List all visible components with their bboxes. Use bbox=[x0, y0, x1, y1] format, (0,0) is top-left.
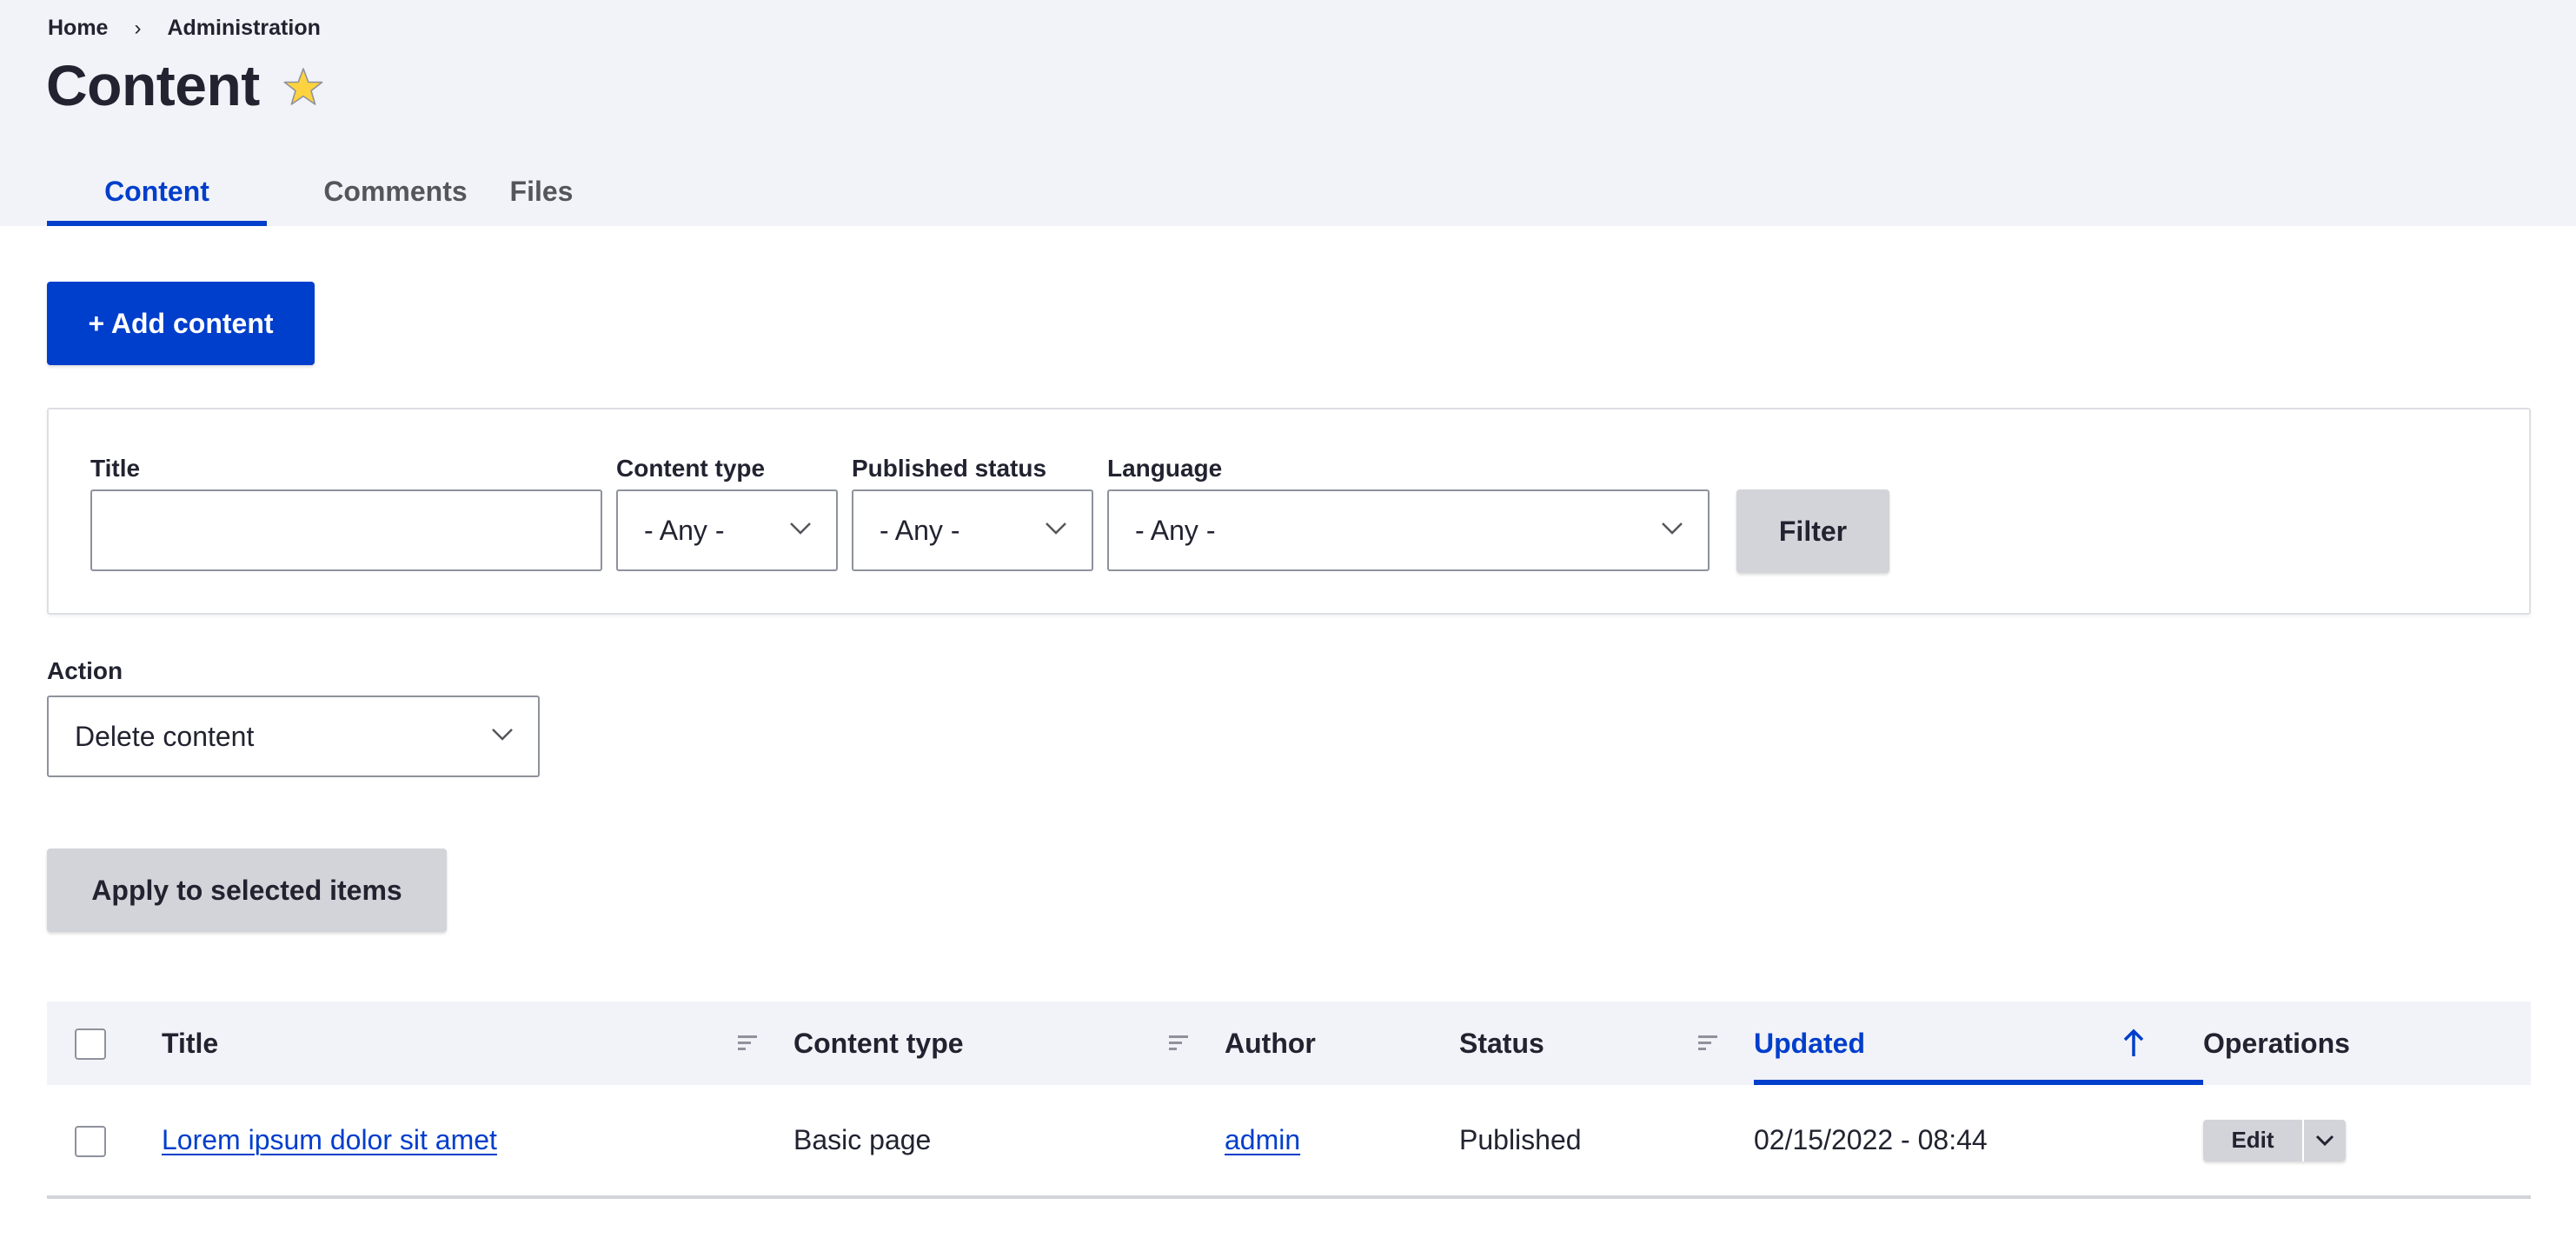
action-select-value: Delete content bbox=[75, 720, 255, 752]
table-row: Lorem ipsum dolor sit amet Basic page ad… bbox=[47, 1085, 2531, 1197]
column-header-content-type[interactable]: Content type bbox=[793, 1002, 1225, 1085]
row-author-cell: admin bbox=[1225, 1085, 1459, 1197]
page-title-text: Content bbox=[46, 53, 260, 117]
chevron-down-icon bbox=[2315, 1135, 2334, 1146]
sort-icon bbox=[1698, 1035, 1717, 1050]
apply-to-selected-button[interactable]: Apply to selected items bbox=[47, 849, 447, 932]
column-header-author: Author bbox=[1225, 1002, 1459, 1085]
chevron-down-icon bbox=[1662, 522, 1683, 535]
column-header-content-type-label: Content type bbox=[793, 1027, 964, 1059]
column-header-title[interactable]: Title bbox=[162, 1002, 793, 1085]
column-header-updated-label: Updated bbox=[1754, 1027, 1865, 1059]
chevron-down-icon bbox=[1046, 522, 1066, 535]
content-type-select-value: - Any - bbox=[644, 514, 725, 546]
column-header-operations-label: Operations bbox=[2203, 1027, 2350, 1059]
column-header-title-label: Title bbox=[162, 1027, 219, 1059]
tab-files[interactable]: Files bbox=[489, 156, 594, 226]
sort-icon bbox=[738, 1035, 757, 1050]
edit-button[interactable]: Edit bbox=[2203, 1119, 2302, 1161]
sort-icon bbox=[1169, 1035, 1188, 1050]
title-filter-input[interactable] bbox=[90, 489, 602, 571]
language-select-value: - Any - bbox=[1135, 514, 1216, 546]
breadcrumb-administration[interactable]: Administration bbox=[167, 16, 320, 41]
row-content-type: Basic page bbox=[793, 1124, 932, 1155]
row-title-link[interactable]: Lorem ipsum dolor sit amet bbox=[162, 1124, 497, 1155]
row-status: Published bbox=[1459, 1124, 1582, 1155]
add-content-button[interactable]: + Add content bbox=[47, 282, 315, 365]
published-status-select[interactable]: - Any - bbox=[852, 489, 1093, 571]
row-select-cell bbox=[47, 1085, 162, 1197]
action-select[interactable]: Delete content bbox=[47, 696, 540, 777]
row-operations-cell: Edit bbox=[2203, 1085, 2531, 1197]
breadcrumb-home[interactable]: Home bbox=[48, 16, 108, 41]
column-header-status-label: Status bbox=[1459, 1027, 1544, 1059]
published-status-filter-label: Published status bbox=[852, 455, 1047, 482]
page-title: Content bbox=[46, 52, 324, 118]
page-header: Home › Administration Content Content Co… bbox=[0, 0, 2576, 226]
language-select[interactable]: - Any - bbox=[1107, 489, 1710, 571]
chevron-down-icon bbox=[492, 729, 513, 741]
row-updated: 02/15/2022 - 08:44 bbox=[1754, 1124, 1988, 1155]
content-table: Title Content type Author Status Updated… bbox=[47, 1002, 2531, 1199]
tab-comments[interactable]: Comments bbox=[267, 156, 524, 226]
operations-dropbutton: Edit bbox=[2203, 1119, 2346, 1161]
published-status-select-value: - Any - bbox=[880, 514, 960, 546]
filter-form: Title Content type - Any - Published sta… bbox=[47, 408, 2531, 615]
title-filter-label: Title bbox=[90, 455, 141, 482]
column-header-updated[interactable]: Updated bbox=[1754, 1002, 2203, 1085]
column-header-author-label: Author bbox=[1225, 1027, 1316, 1059]
select-all-checkbox[interactable] bbox=[75, 1028, 106, 1061]
chevron-down-icon bbox=[790, 522, 811, 535]
breadcrumb-separator-icon: › bbox=[134, 16, 142, 40]
row-checkbox[interactable] bbox=[75, 1125, 106, 1157]
column-header-operations: Operations bbox=[2203, 1002, 2531, 1085]
operations-toggle-button[interactable] bbox=[2304, 1119, 2346, 1161]
action-label: Action bbox=[47, 657, 123, 684]
row-title-cell: Lorem ipsum dolor sit amet bbox=[162, 1085, 793, 1197]
primary-tabs: Content Comments Files bbox=[47, 156, 594, 226]
row-author-link[interactable]: admin bbox=[1225, 1124, 1300, 1155]
content-type-select[interactable]: - Any - bbox=[616, 489, 838, 571]
star-icon[interactable] bbox=[282, 66, 324, 108]
select-all-cell bbox=[47, 1002, 162, 1085]
filter-button[interactable]: Filter bbox=[1736, 489, 1889, 573]
column-header-status[interactable]: Status bbox=[1459, 1002, 1754, 1085]
tab-content[interactable]: Content bbox=[47, 156, 267, 226]
language-filter-label: Language bbox=[1107, 455, 1223, 482]
content-type-filter-label: Content type bbox=[616, 455, 766, 482]
arrow-up-icon bbox=[2123, 1028, 2144, 1056]
table-header-row: Title Content type Author Status Updated… bbox=[47, 1002, 2531, 1085]
breadcrumb: Home › Administration bbox=[48, 16, 321, 41]
